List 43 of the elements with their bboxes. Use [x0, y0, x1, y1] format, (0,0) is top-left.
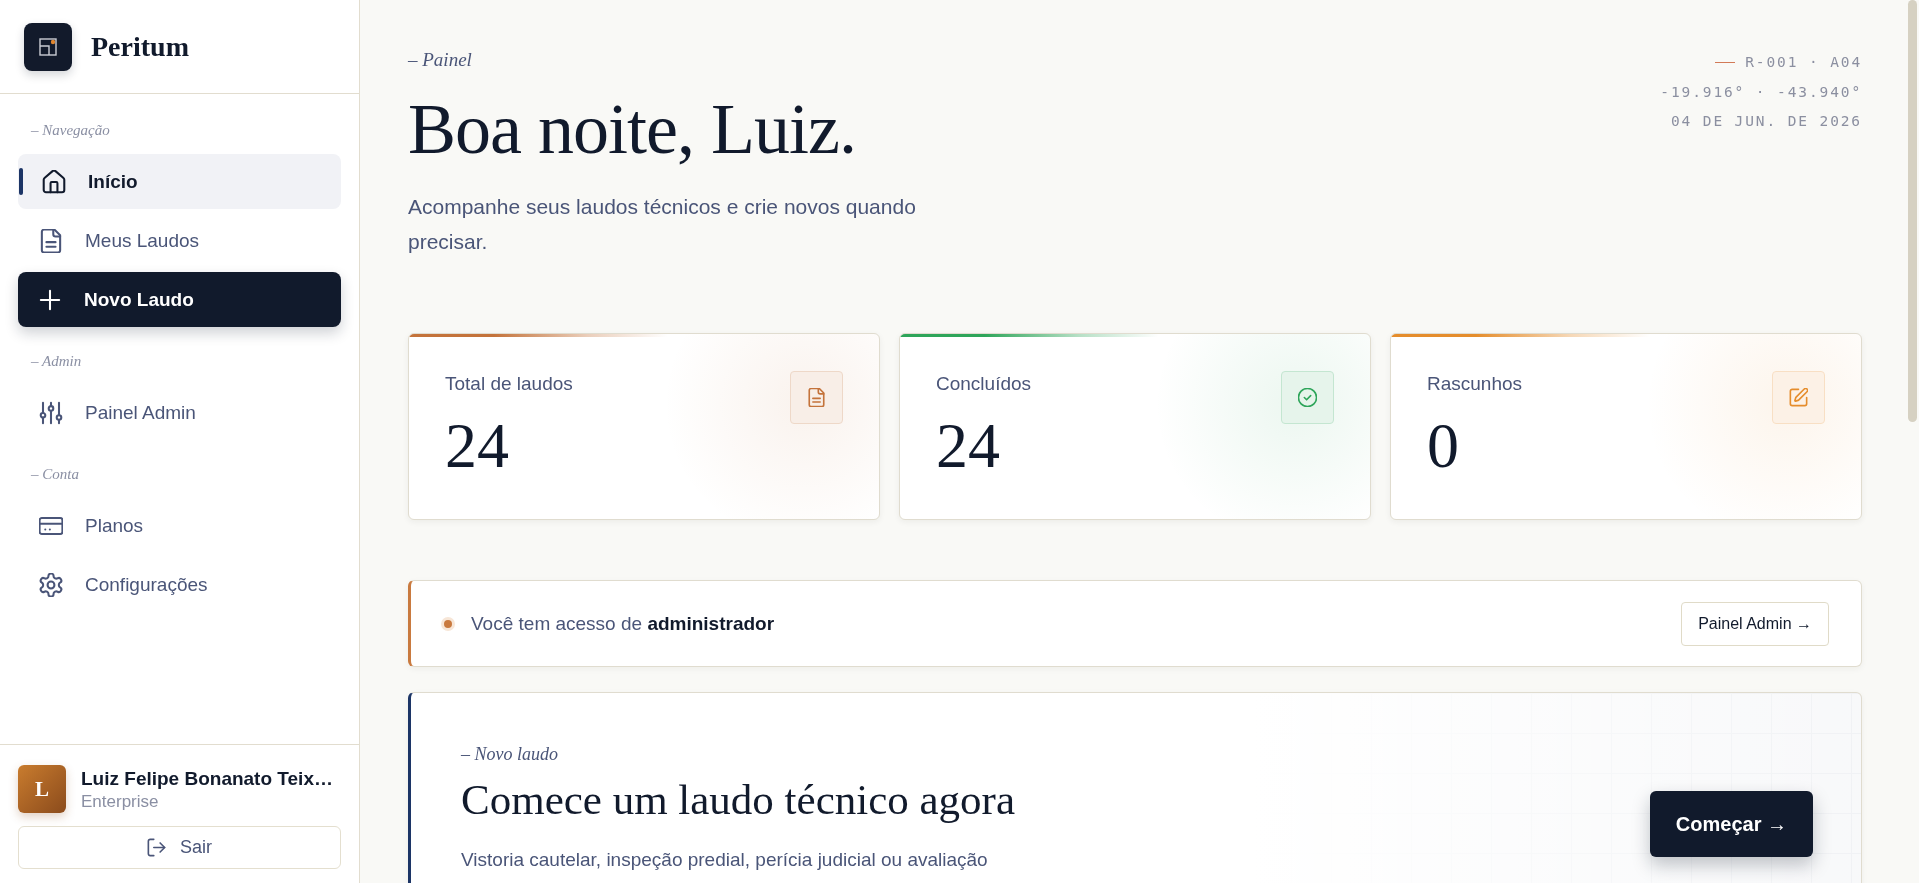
document-icon [790, 371, 843, 425]
pencil-square-icon [1772, 371, 1825, 425]
status-dot-icon [441, 616, 455, 631]
stat-value: 0 [1427, 414, 1459, 479]
user-plan: Enterprise [81, 790, 159, 813]
page-subtitle: Acompanhe seus laudos técnicos e crie novos quando precisar. [408, 194, 917, 256]
section-label: – Admin [30, 352, 82, 370]
start-button[interactable]: Começar → [1649, 791, 1813, 858]
stat-label: Rascunhos [1427, 372, 1523, 397]
user-avatar: L [18, 765, 66, 813]
admin-access-text: Você tem acesso de administrador [471, 612, 776, 635]
new-report-button[interactable]: Novo Laudo [18, 272, 341, 327]
plus-icon [38, 287, 62, 312]
logo-icon [24, 22, 72, 71]
brand-name: Peritum [91, 30, 189, 63]
settings-icon [39, 572, 63, 597]
nav-item[interactable]: Planos [18, 498, 341, 553]
stat-value: 24 [445, 414, 509, 479]
logout-button[interactable]: Sair [18, 826, 341, 869]
nav-item[interactable]: Painel Admin [18, 385, 341, 440]
document-icon [39, 228, 63, 253]
scrollbar-thumb[interactable] [1908, 0, 1917, 422]
section-label: – Conta [30, 465, 79, 483]
meta-text: R-001 · A04 [1745, 53, 1862, 72]
admin-panel-button[interactable]: Painel Admin → [1681, 601, 1829, 646]
nav-item[interactable]: Meus Laudos [18, 213, 341, 268]
home-icon [42, 169, 66, 194]
page-eyebrow: – Painel [408, 48, 472, 72]
nav-item[interactable]: Configurações [18, 557, 341, 612]
user-name: Luiz Felipe Bonanato Teix… [81, 766, 333, 791]
card-eyebrow: – Novo laudo [461, 743, 558, 766]
greeting-title: Boa noite, Luiz. [408, 90, 856, 170]
stat-label: Total de laudos [445, 372, 573, 397]
card-title: Comece um laudo técnico agora [461, 775, 1015, 825]
nav-item[interactable]: Início [18, 154, 341, 209]
logout-icon [147, 838, 166, 857]
stat-value: 24 [936, 414, 1000, 479]
card-description: Vistoria cautelar, inspeção predial, perícia judicial ou avaliação [461, 847, 988, 872]
meta-text: -19.916° · -43.940° [1660, 82, 1862, 102]
meta-text: 04 DE JUN. DE 2026 [1670, 112, 1862, 131]
sliders-icon [39, 400, 63, 425]
section-label: – Navegação [30, 121, 110, 139]
stat-label: Concluídos [936, 372, 1032, 397]
